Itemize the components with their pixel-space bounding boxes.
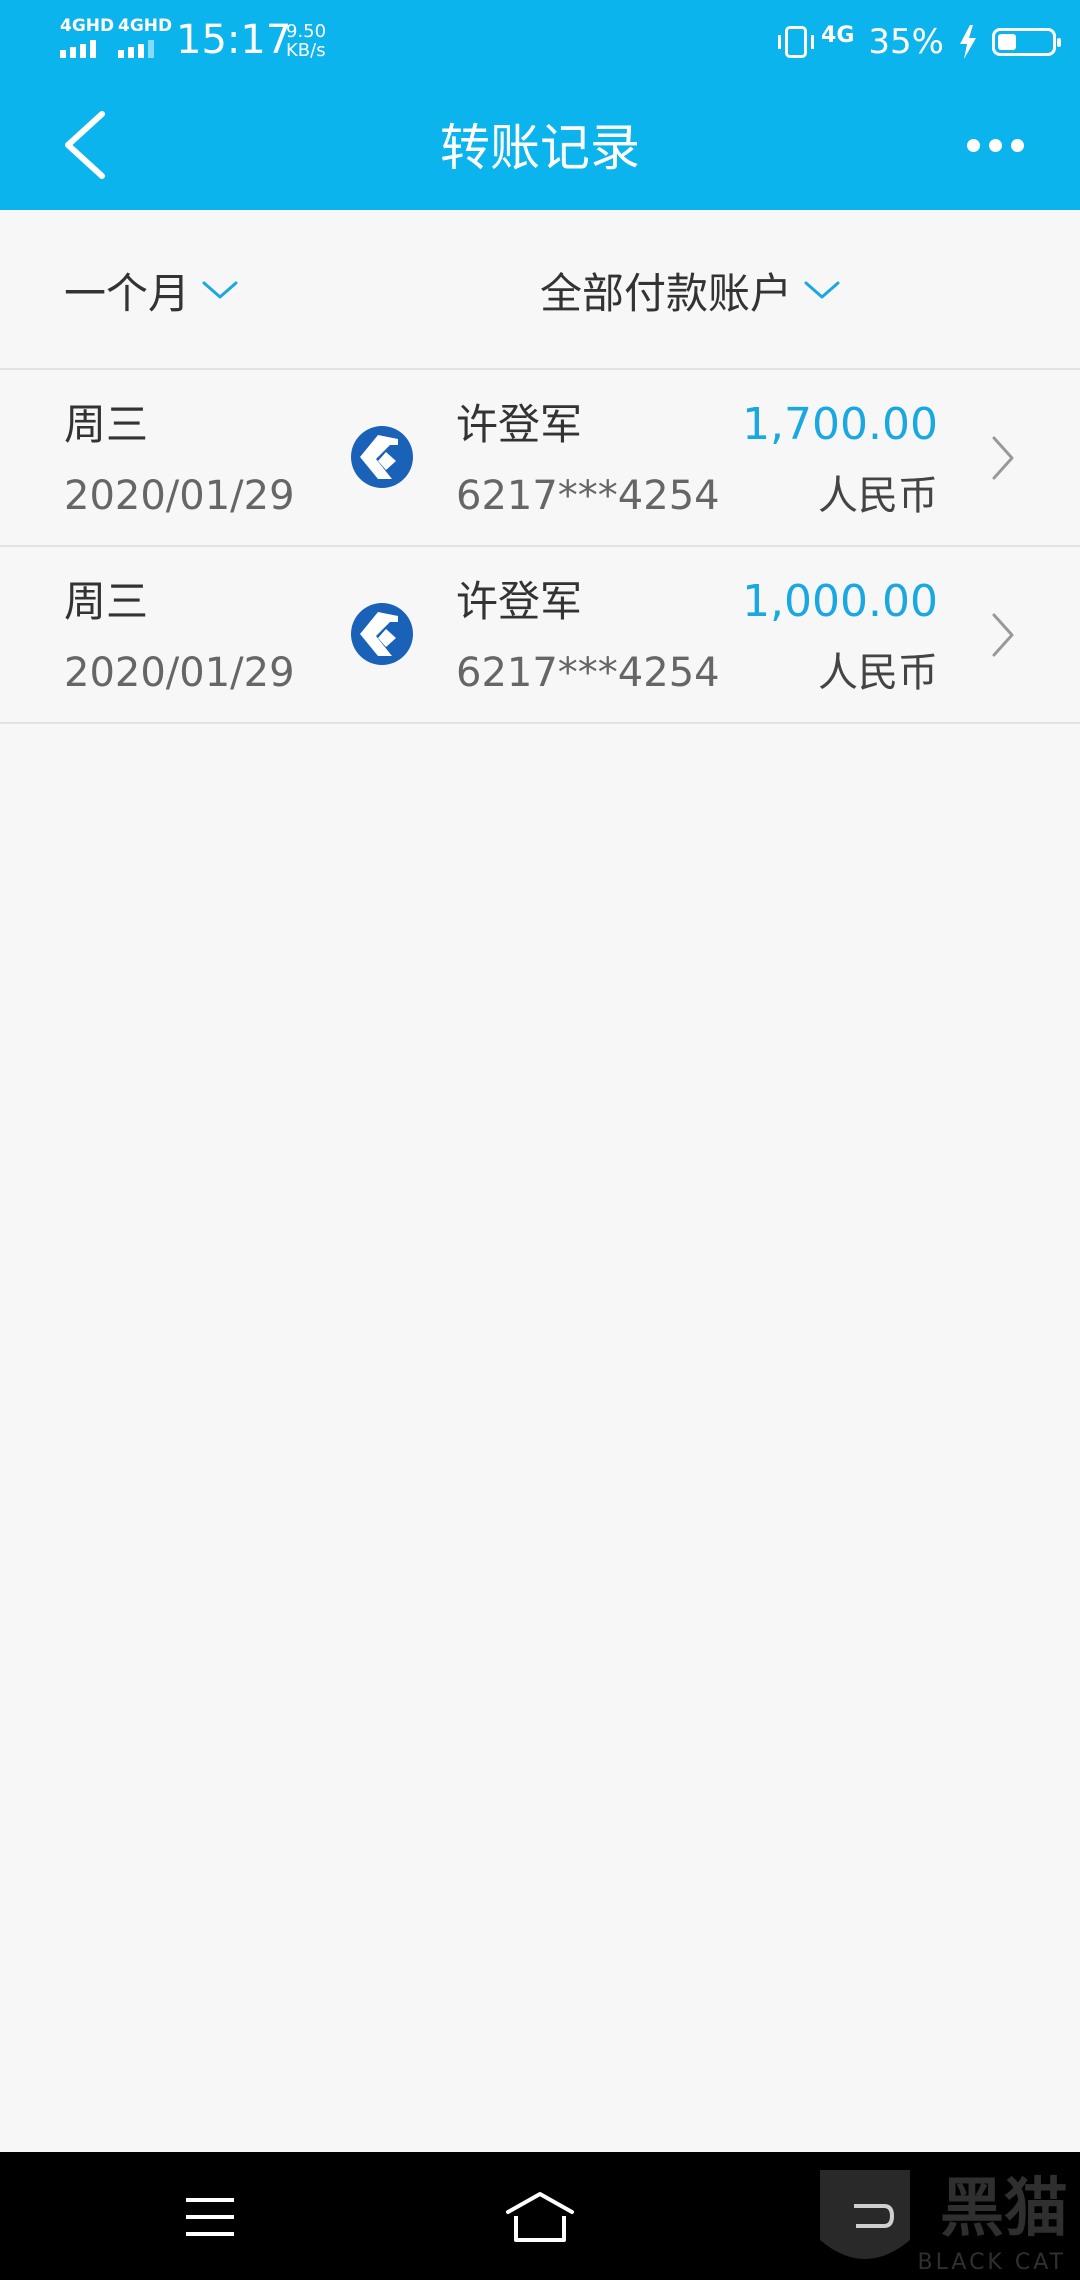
vibrate-icon: [778, 26, 815, 58]
transfer-payee: 许登军: [456, 577, 583, 626]
bank-logo-icon: [351, 603, 413, 665]
period-filter-dropdown[interactable]: 一个月: [64, 260, 240, 320]
period-filter-label: 一个月: [64, 268, 191, 318]
watermark-subtext: BLACK CAT: [917, 2250, 1066, 2275]
transfer-row[interactable]: 周三 2020/01/29 许登军 6217***4254 1,000.00 人…: [0, 547, 1080, 724]
home-icon[interactable]: [504, 2190, 576, 2244]
battery-percent: 35%: [868, 22, 944, 62]
app-header: 转账记录: [0, 80, 1080, 210]
transfer-currency: 人民币: [818, 650, 938, 696]
top-bar: 4GHD 4GHD 15:17 9.50 KB/s 4G 35% 转账记录: [0, 0, 1080, 210]
more-icon[interactable]: [950, 110, 1040, 180]
recent-apps-icon[interactable]: [184, 2196, 236, 2238]
speed-unit: KB/s: [286, 40, 326, 61]
transfer-weekday: 周三: [64, 577, 149, 626]
watermark: 黑猫 BLACK CAT: [810, 2160, 1080, 2280]
chevron-right-icon: [992, 613, 1014, 657]
transfer-currency: 人民币: [818, 473, 938, 519]
battery-level: [998, 34, 1016, 50]
transfer-list: 周三 2020/01/29 许登军 6217***4254 1,700.00 人…: [0, 370, 1080, 724]
chevron-down-icon: [804, 281, 840, 299]
status-time: 15:17: [176, 17, 292, 63]
network-type: 4G: [821, 23, 855, 48]
transfer-row[interactable]: 周三 2020/01/29 许登军 6217***4254 1,700.00 人…: [0, 370, 1080, 547]
transfer-payee: 许登军: [456, 400, 583, 449]
chevron-down-icon: [202, 281, 238, 299]
transfer-account: 6217***4254: [456, 650, 720, 696]
watermark-text: 黑猫: [940, 2172, 1068, 2246]
more-dot: [966, 138, 980, 152]
sim2-label: 4GHD: [118, 16, 173, 36]
transfer-date: 2020/01/29: [64, 650, 295, 696]
more-dot: [1010, 138, 1024, 152]
status-bar: 4GHD 4GHD 15:17 9.50 KB/s 4G 35%: [0, 0, 1080, 80]
signal-bars-icon: [60, 40, 96, 58]
transfer-account: 6217***4254: [456, 473, 720, 519]
more-dot: [988, 138, 1002, 152]
sim1-label: 4GHD: [60, 16, 115, 36]
signal-bars-icon: [118, 40, 154, 58]
page-title: 转账记录: [440, 119, 640, 177]
status-right: 4G 35%: [778, 20, 1061, 64]
speed-value: 9.50: [286, 21, 327, 42]
filter-bar: 一个月 全部付款账户: [0, 210, 1080, 370]
system-nav-bar: 黑猫 BLACK CAT: [0, 2152, 1080, 2280]
transfer-weekday: 周三: [64, 400, 149, 449]
chevron-right-icon: [992, 436, 1014, 480]
transfer-date: 2020/01/29: [64, 473, 295, 519]
account-filter-dropdown[interactable]: 全部付款账户: [540, 260, 842, 320]
battery-icon: [992, 28, 1061, 56]
account-filter-label: 全部付款账户: [540, 268, 793, 318]
transfer-amount: 1,700.00: [742, 399, 938, 450]
charging-icon: [960, 25, 976, 59]
cat-logo-icon: [820, 2170, 910, 2259]
network-speed: 9.50 KB/s: [286, 22, 326, 60]
bank-logo-icon: [351, 426, 413, 488]
transfer-amount: 1,000.00: [742, 576, 938, 627]
